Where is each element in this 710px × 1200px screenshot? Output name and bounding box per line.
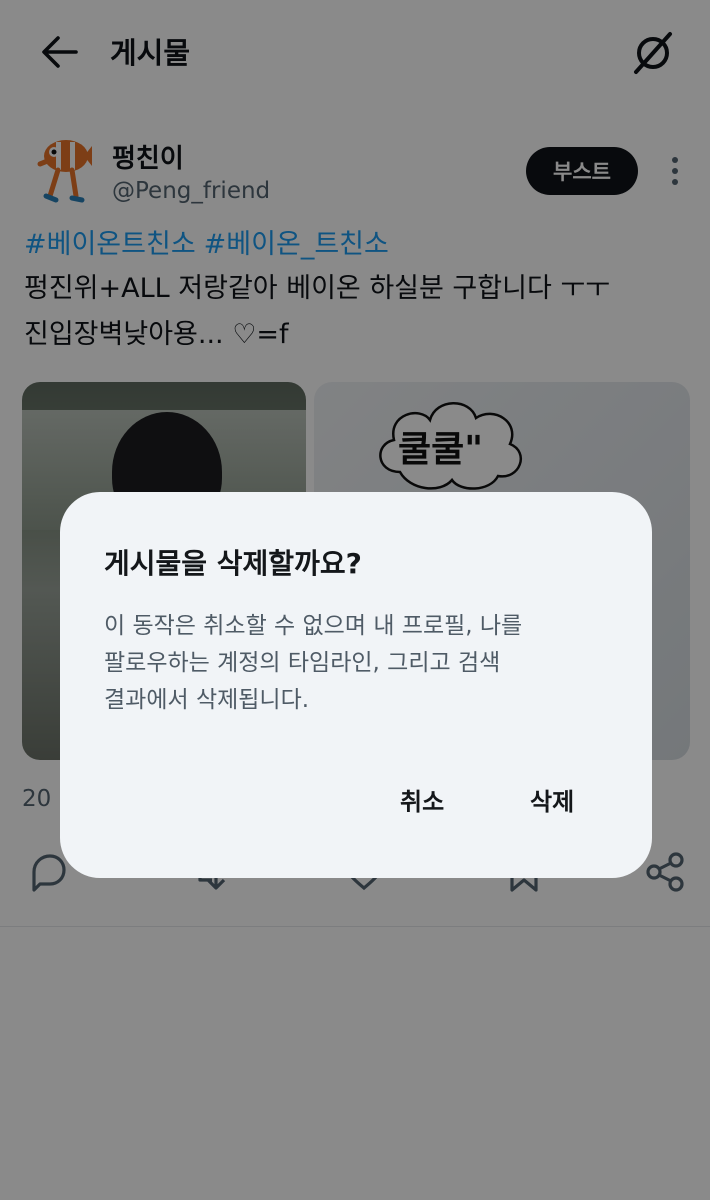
dialog-message-line: 이 동작은 취소할 수 없으며 내 프로필, 나를 <box>104 613 523 639</box>
delete-post-dialog: 게시물을 삭제할까요? 이 동작은 취소할 수 없으며 내 프로필, 나를 팔로… <box>60 492 652 878</box>
dialog-title: 게시물을 삭제할까요? <box>104 547 362 580</box>
dialog-message-line: 팔로우하는 계정의 타임라인, 그리고 검색 <box>104 650 501 676</box>
dialog-message-line: 결과에서 삭제됩니다. <box>104 687 310 713</box>
dialog-message: 이 동작은 취소할 수 없으며 내 프로필, 나를 팔로우하는 계정의 타임라인… <box>104 608 614 719</box>
cancel-button[interactable]: 취소 <box>392 778 452 821</box>
delete-button[interactable]: 삭제 <box>522 778 582 821</box>
